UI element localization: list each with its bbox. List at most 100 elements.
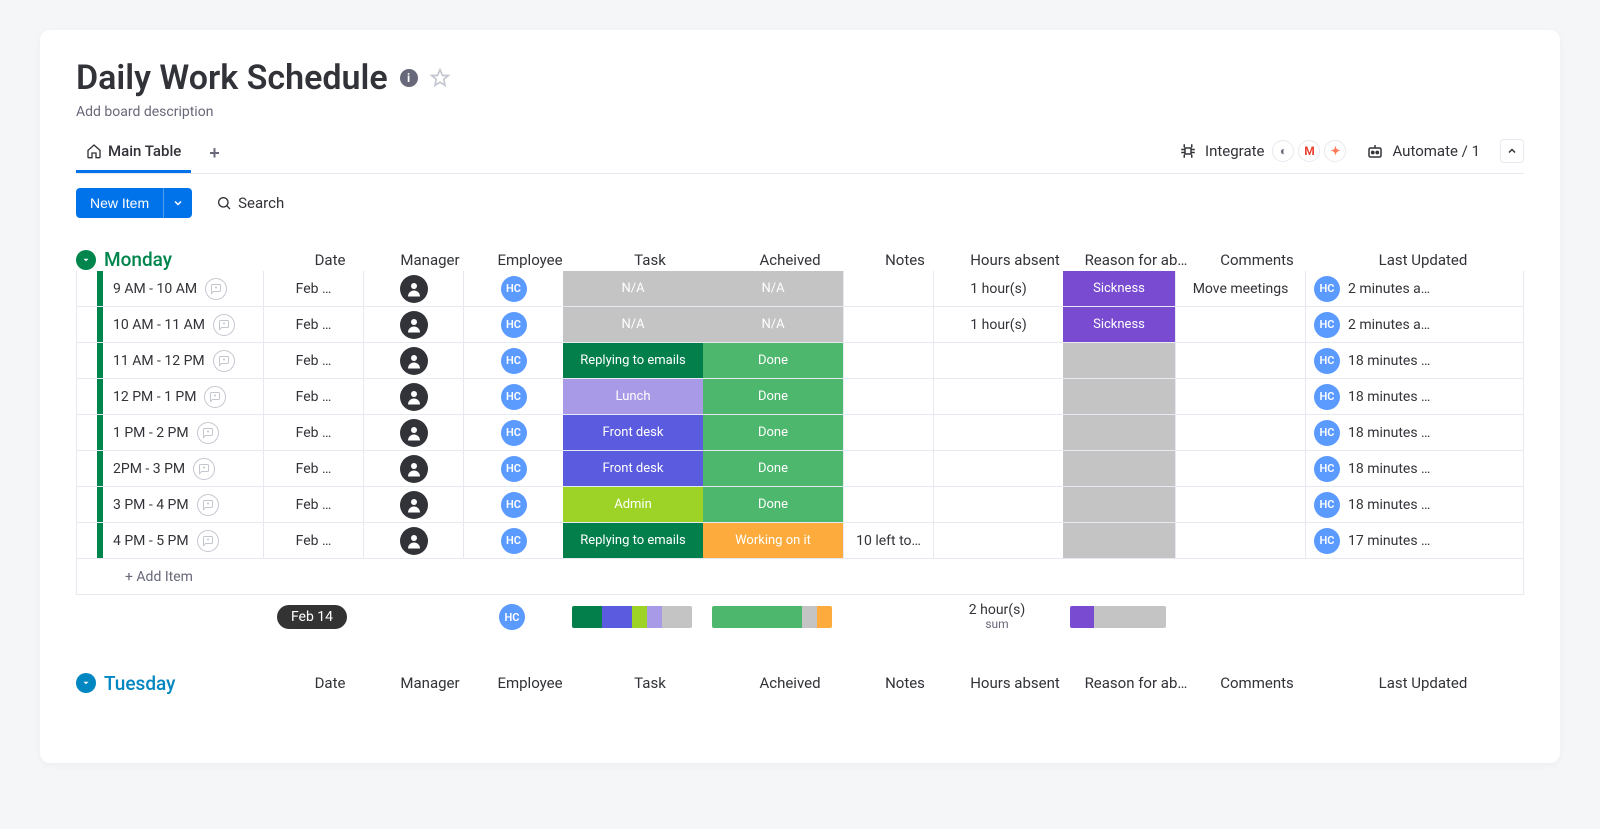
- updated-cell[interactable]: HC2 minutes a…: [1305, 271, 1523, 306]
- comments-cell[interactable]: [1175, 451, 1305, 486]
- board-title[interactable]: Daily Work Schedule: [76, 58, 388, 98]
- column-header[interactable]: Task: [580, 674, 720, 692]
- employee-cell[interactable]: HC: [463, 343, 563, 378]
- notes-cell[interactable]: 10 left to…: [843, 523, 933, 558]
- column-header[interactable]: Task: [580, 251, 720, 269]
- employee-cell[interactable]: HC: [463, 415, 563, 450]
- item-name[interactable]: 3 PM - 4 PM: [113, 497, 189, 513]
- column-header[interactable]: Comments: [1192, 674, 1322, 692]
- task-cell[interactable]: N/A: [563, 271, 703, 306]
- comments-cell[interactable]: [1175, 379, 1305, 414]
- integration-gmail-icon[interactable]: M: [1298, 140, 1320, 162]
- reason-cell[interactable]: [1063, 523, 1175, 558]
- hours-cell[interactable]: [933, 415, 1063, 450]
- automate-button[interactable]: Automate / 1: [1366, 142, 1480, 160]
- item-name[interactable]: 12 PM - 1 PM: [113, 389, 196, 405]
- table-row[interactable]: 3 PM - 4 PMFeb …HCAdminDoneHC18 minutes …: [76, 487, 1524, 523]
- manager-cell[interactable]: [363, 271, 463, 306]
- achieved-cell[interactable]: Done: [703, 451, 843, 486]
- item-name[interactable]: 9 AM - 10 AM: [113, 281, 197, 297]
- hours-cell[interactable]: [933, 451, 1063, 486]
- date-cell[interactable]: Feb …: [263, 451, 363, 486]
- task-cell[interactable]: Front desk: [563, 451, 703, 486]
- task-cell[interactable]: Replying to emails: [563, 523, 703, 558]
- column-header[interactable]: Notes: [860, 674, 950, 692]
- integrate-button[interactable]: Integrate ◐ M ✦: [1179, 140, 1346, 162]
- achieved-cell[interactable]: Working on it: [703, 523, 843, 558]
- tab-main-table[interactable]: Main Table: [76, 134, 191, 173]
- employee-cell[interactable]: HC: [463, 307, 563, 342]
- employee-cell[interactable]: HC: [463, 523, 563, 558]
- notes-cell[interactable]: [843, 415, 933, 450]
- task-cell[interactable]: Front desk: [563, 415, 703, 450]
- achieved-cell[interactable]: Done: [703, 487, 843, 522]
- table-row[interactable]: 2PM - 3 PM Feb … HCFront deskDone HC18 minu…: [76, 451, 1524, 487]
- notes-cell[interactable]: [843, 451, 933, 486]
- date-cell[interactable]: Feb …: [263, 343, 363, 378]
- table-row[interactable]: 11 AM - 12 PMFeb …HCReplying to emailsDo…: [76, 343, 1524, 379]
- updated-cell[interactable]: HC18 minutes …: [1305, 451, 1523, 486]
- comments-cell[interactable]: Move meetings: [1175, 271, 1305, 306]
- manager-cell[interactable]: [363, 487, 463, 522]
- column-header[interactable]: Date: [280, 674, 380, 692]
- column-header[interactable]: Acheived: [720, 251, 860, 269]
- collapse-header-button[interactable]: [1500, 139, 1524, 163]
- achieved-cell[interactable]: N/A: [703, 271, 843, 306]
- date-cell[interactable]: Feb …: [263, 487, 363, 522]
- achieved-cell[interactable]: Done: [703, 343, 843, 378]
- table-row[interactable]: 12 PM - 1 PMFeb …HCLunchDoneHC18 minutes…: [76, 379, 1524, 415]
- table-row[interactable]: 9 AM - 10 AMFeb …HCN/AN/A1 hour(s)Sickne…: [76, 271, 1524, 307]
- column-header[interactable]: Manager: [380, 251, 480, 269]
- add-view-button[interactable]: +: [201, 139, 228, 168]
- task-cell[interactable]: N/A: [563, 307, 703, 342]
- manager-cell[interactable]: [363, 379, 463, 414]
- date-cell[interactable]: Feb …: [263, 307, 363, 342]
- expand-item-icon[interactable]: [193, 458, 215, 480]
- date-cell[interactable]: Feb …: [263, 523, 363, 558]
- column-header[interactable]: Comments: [1192, 251, 1322, 269]
- notes-cell[interactable]: [843, 271, 933, 306]
- search-button[interactable]: Search: [216, 194, 284, 212]
- hours-cell[interactable]: 1 hour(s): [933, 307, 1063, 342]
- new-item-button[interactable]: New Item: [76, 188, 163, 218]
- column-header[interactable]: Employee: [480, 251, 580, 269]
- table-row[interactable]: 10 AM - 11 AMFeb …HCN/AN/A1 hour(s)Sickn…: [76, 307, 1524, 343]
- manager-cell[interactable]: [363, 451, 463, 486]
- new-item-dropdown[interactable]: [163, 188, 192, 218]
- reason-cell[interactable]: Sickness: [1063, 307, 1175, 342]
- notes-cell[interactable]: [843, 307, 933, 342]
- expand-item-icon[interactable]: [213, 350, 235, 372]
- expand-item-icon[interactable]: [205, 278, 227, 300]
- reason-cell[interactable]: [1063, 379, 1175, 414]
- manager-cell[interactable]: [363, 343, 463, 378]
- employee-cell[interactable]: HC: [463, 451, 563, 486]
- notes-cell[interactable]: [843, 343, 933, 378]
- employee-cell[interactable]: HC: [463, 487, 563, 522]
- date-cell[interactable]: Feb …: [263, 379, 363, 414]
- reason-cell[interactable]: [1063, 487, 1175, 522]
- column-header[interactable]: Reason for ab…: [1080, 251, 1192, 269]
- item-name[interactable]: 2PM - 3 PM: [113, 461, 185, 477]
- comments-cell[interactable]: [1175, 415, 1305, 450]
- info-icon[interactable]: i: [400, 69, 418, 87]
- item-name[interactable]: 1 PM - 2 PM: [113, 425, 189, 441]
- group-collapse-toggle[interactable]: [76, 250, 96, 270]
- task-cell[interactable]: Replying to emails: [563, 343, 703, 378]
- hours-cell[interactable]: [933, 523, 1063, 558]
- achieved-cell[interactable]: N/A: [703, 307, 843, 342]
- column-header[interactable]: Hours absent: [950, 674, 1080, 692]
- task-cell[interactable]: Admin: [563, 487, 703, 522]
- expand-item-icon[interactable]: [204, 386, 226, 408]
- column-header[interactable]: Acheived: [720, 674, 860, 692]
- group-name[interactable]: Tuesday: [104, 672, 280, 695]
- column-header[interactable]: Hours absent: [950, 251, 1080, 269]
- table-row[interactable]: 1 PM - 2 PMFeb …HCFront deskDoneHC18 min…: [76, 415, 1524, 451]
- add-item-button[interactable]: + Add Item: [103, 569, 193, 585]
- manager-cell[interactable]: [363, 307, 463, 342]
- updated-cell[interactable]: HC2 minutes a…: [1305, 307, 1523, 342]
- hours-cell[interactable]: 1 hour(s): [933, 271, 1063, 306]
- hours-cell[interactable]: [933, 343, 1063, 378]
- expand-item-icon[interactable]: [197, 494, 219, 516]
- item-name[interactable]: 4 PM - 5 PM: [113, 533, 189, 549]
- expand-item-icon[interactable]: [213, 314, 235, 336]
